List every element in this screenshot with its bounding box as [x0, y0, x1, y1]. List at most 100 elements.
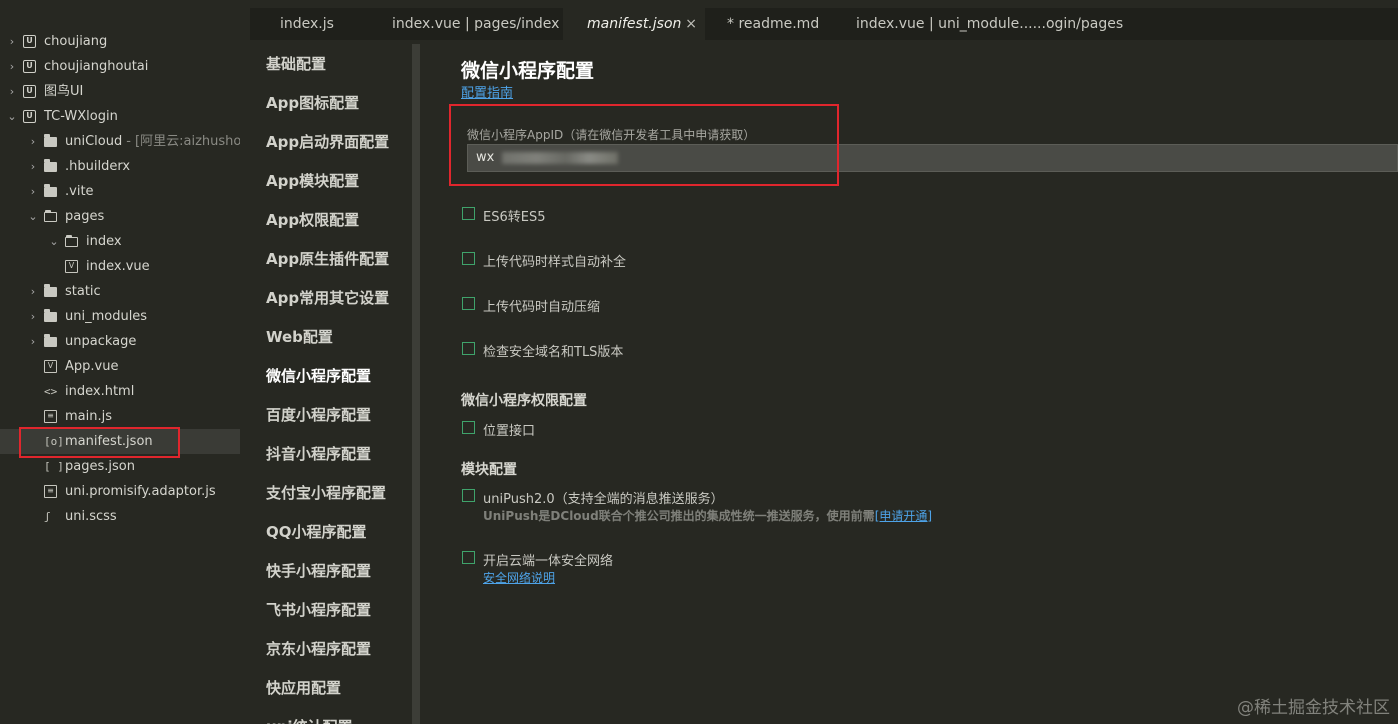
folder-icon — [44, 159, 57, 172]
tree-item[interactable]: ʃ uni.scss — [0, 504, 240, 529]
tree-item-label: uni_modules — [65, 309, 148, 324]
tree-item[interactable]: [ ] pages.json — [0, 454, 240, 479]
settings-nav-item[interactable]: QQ小程序配置 — [266, 521, 367, 542]
settings-nav-item[interactable]: App启动界面配置 — [266, 131, 389, 152]
option-label: 位置接口 — [483, 424, 536, 439]
chevron-right-icon[interactable]: › — [27, 179, 39, 204]
module-section-title: 模块配置 — [461, 462, 517, 478]
tree-item[interactable]: › U 图鸟UI — [0, 79, 240, 104]
settings-nav-item[interactable]: 快手小程序配置 — [266, 560, 371, 581]
tab-manifest-json[interactable]: manifest.json × — [563, 8, 705, 40]
settings-nav-item[interactable]: 抖音小程序配置 — [266, 443, 371, 464]
js-file-icon: ≡ — [44, 485, 57, 498]
tree-item-label: .vite — [65, 184, 94, 199]
unipush-description: UniPush是DCloud联合个推公司推出的集成性统一推送服务，使用前需[申请… — [483, 507, 932, 524]
tree-item[interactable]: <> index.html — [0, 379, 240, 404]
chevron-right-icon[interactable]: › — [27, 154, 39, 179]
chevron-right-icon[interactable]: › — [27, 279, 39, 304]
tab-index-vue-pages[interactable]: index.vue | pages/index — [392, 8, 559, 40]
checkbox[interactable] — [462, 252, 475, 265]
settings-nav-item[interactable]: 基础配置 — [266, 53, 326, 74]
checkbox[interactable] — [462, 551, 475, 564]
checkbox[interactable] — [462, 489, 475, 502]
unipush-desc-text: UniPush是DCloud联合个推公司推出的集成性统一推送服务，使用前需 — [483, 509, 875, 523]
settings-nav-item[interactable]: 京东小程序配置 — [266, 638, 371, 659]
tree-item[interactable]: › Uchoujiang — [0, 29, 240, 54]
tree-item[interactable]: › unpackage — [0, 329, 240, 354]
chevron-right-icon[interactable]: › — [27, 329, 39, 354]
tab-label: index.js — [280, 16, 334, 32]
settings-nav-item[interactable]: 百度小程序配置 — [266, 404, 371, 425]
chevron-right-icon[interactable]: › — [6, 79, 18, 104]
settings-nav-item[interactable]: 飞书小程序配置 — [266, 599, 371, 620]
option-label: 上传代码时自动压缩 — [483, 300, 601, 315]
settings-nav-item[interactable]: uni统计配置 — [266, 716, 353, 724]
nav-scrollbar[interactable] — [412, 44, 420, 724]
tab-label: index.vue | pages/index — [392, 16, 560, 32]
settings-nav-item[interactable]: Web配置 — [266, 326, 333, 347]
option-label: ES6转ES5 — [483, 210, 546, 225]
tree-item[interactable]: › uni_modules — [0, 304, 240, 329]
tree-item[interactable]: › static — [0, 279, 240, 304]
tree-item[interactable]: ⌄ index — [0, 229, 240, 254]
tree-item-label: .hbuilderx — [65, 159, 131, 174]
tree-item[interactable]: ⌄ pages — [0, 204, 240, 229]
settings-nav-item[interactable]: App权限配置 — [266, 209, 359, 230]
settings-nav-item[interactable]: 快应用配置 — [266, 677, 341, 698]
tree-item[interactable]: [o] manifest.json — [0, 429, 240, 454]
checkbox[interactable] — [462, 297, 475, 310]
tree-item[interactable]: › .hbuilderx — [0, 154, 240, 179]
secure-network-doc-link[interactable]: 安全网络说明 — [483, 569, 555, 586]
tree-item-label: uniCloud- [阿里云:aizhushou] — [65, 129, 240, 154]
chevron-right-icon[interactable]: › — [27, 129, 39, 154]
tree-item[interactable]: › Uchoujianghoutai — [0, 54, 240, 79]
chevron-down-icon[interactable]: ⌄ — [6, 104, 18, 129]
folder-icon — [44, 334, 57, 347]
checkbox[interactable] — [462, 421, 475, 434]
tree-item-label: uni.promisify.adaptor.js — [65, 484, 216, 499]
checkbox[interactable] — [462, 342, 475, 355]
tree-item[interactable]: › .vite — [0, 179, 240, 204]
tree-item[interactable]: ≡ main.js — [0, 404, 240, 429]
checkbox[interactable] — [462, 207, 475, 220]
settings-nav-item[interactable]: App常用其它设置 — [266, 287, 389, 308]
tree-item-label: uni.scss — [65, 509, 117, 524]
tree-item[interactable]: Vindex.vue — [0, 254, 240, 279]
tree-item-hint: - [阿里云:aizhushou] — [126, 134, 240, 149]
tree-item-label: App.vue — [65, 359, 119, 374]
tree-item[interactable]: ⌄ U TC-WXlogin — [0, 104, 240, 129]
config-guide-link[interactable]: 配置指南 — [461, 82, 513, 101]
tab-readme-md[interactable]: * readme.md — [727, 8, 819, 40]
chevron-right-icon[interactable]: › — [6, 54, 18, 79]
close-icon[interactable]: × — [685, 8, 697, 40]
chevron-down-icon[interactable]: ⌄ — [27, 204, 39, 229]
chevron-down-icon[interactable]: ⌄ — [48, 229, 60, 254]
settings-nav-item[interactable]: App图标配置 — [266, 92, 359, 113]
settings-nav-item[interactable]: 微信小程序配置 — [266, 365, 371, 386]
tree-item[interactable]: V App.vue — [0, 354, 240, 379]
tree-item[interactable]: › uniCloud- [阿里云:aizhushou] — [0, 129, 240, 154]
vue-file-icon: V — [65, 260, 78, 273]
tree-item-label: main.js — [65, 409, 112, 424]
tab-index-vue-uni-modules[interactable]: index.vue | uni_module......ogin/pages — [856, 8, 1123, 40]
html-file-icon: <> — [44, 385, 58, 398]
apply-link[interactable]: [申请开通] — [875, 509, 932, 523]
settings-nav-item[interactable]: 支付宝小程序配置 — [266, 482, 386, 503]
json-file-icon: [ ] — [44, 460, 64, 473]
folder-icon — [44, 184, 57, 197]
manifest-file-icon: [o] — [44, 435, 64, 448]
chevron-right-icon[interactable]: › — [27, 304, 39, 329]
tree-item-label: static — [65, 284, 101, 299]
project-icon: U — [23, 35, 36, 48]
settings-nav-item[interactable]: App原生插件配置 — [266, 248, 389, 269]
project-icon: U — [23, 110, 36, 123]
tree-item-label: TC-WXlogin — [44, 109, 118, 124]
tree-item[interactable]: ≡ uni.promisify.adaptor.js — [0, 479, 240, 504]
chevron-right-icon[interactable]: › — [6, 29, 18, 54]
folder-icon — [44, 309, 57, 322]
tree-item-label: choujianghoutai — [44, 59, 149, 74]
scss-file-icon: ʃ — [44, 510, 51, 523]
js-file-icon: ≡ — [44, 410, 57, 423]
tab-index-js[interactable]: index.js — [280, 8, 334, 40]
settings-nav-item[interactable]: App模块配置 — [266, 170, 359, 191]
